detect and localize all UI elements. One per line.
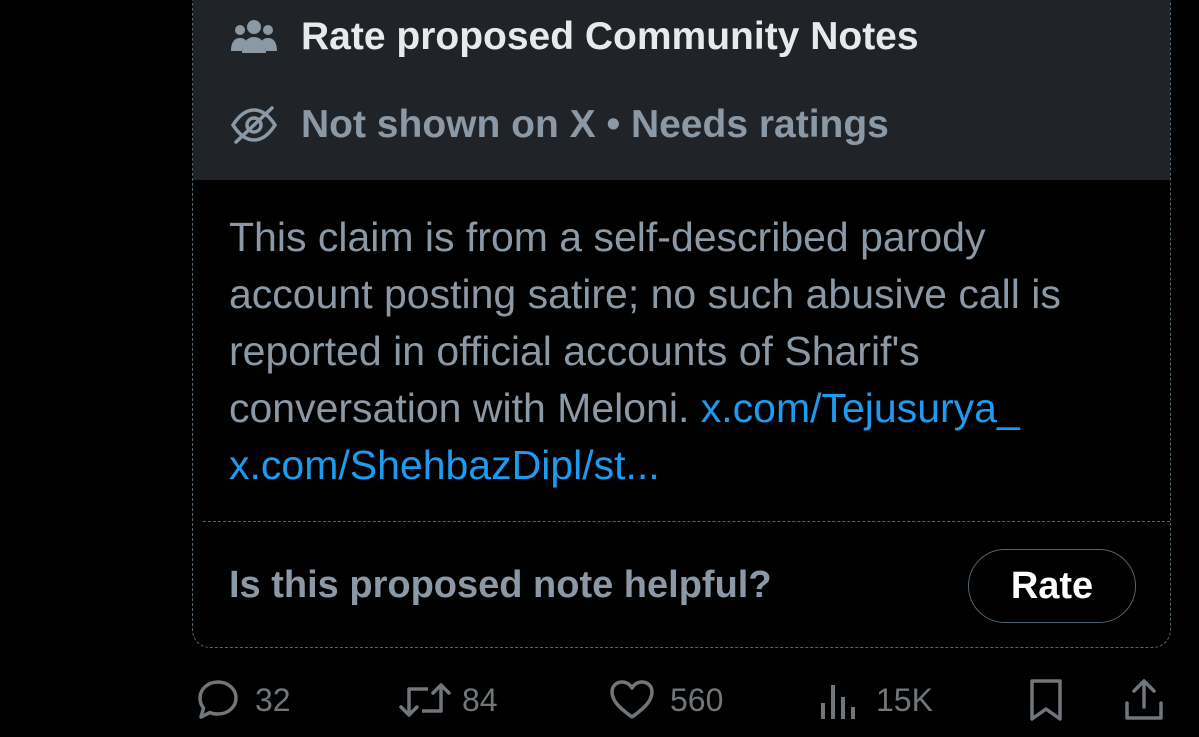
- reply-icon: [195, 677, 241, 723]
- people-icon: [229, 15, 279, 59]
- note-title: Rate proposed Community Notes: [301, 15, 919, 58]
- reply-count: 32: [255, 681, 291, 718]
- bookmark-icon: [1025, 677, 1067, 723]
- views-count: 15K: [876, 681, 933, 718]
- tweet-footer: Rate proposed Community Notes Not shown …: [0, 0, 1199, 737]
- note-header: Rate proposed Community Notes Not shown …: [193, 0, 1170, 180]
- rate-button[interactable]: Rate: [968, 549, 1136, 623]
- note-status-row: Not shown on X • Needs ratings: [229, 103, 889, 147]
- like-count: 560: [670, 681, 724, 718]
- note-body: This claim is from a self-described paro…: [229, 209, 1134, 494]
- note-title-row: Rate proposed Community Notes: [229, 15, 919, 59]
- divider: [203, 521, 1170, 522]
- reply-action[interactable]: 32: [195, 670, 291, 730]
- tweet-actions-bar: 32 84 560 15K: [0, 670, 1199, 730]
- repost-count: 84: [462, 681, 498, 718]
- eye-off-icon: [229, 103, 279, 147]
- note-source-link-2[interactable]: x.com/ShehbazDipl/st...: [229, 442, 660, 488]
- views-icon: [818, 677, 860, 723]
- helpful-question: Is this proposed note helpful?: [229, 564, 772, 606]
- repost-icon: [398, 677, 452, 723]
- views-action[interactable]: 15K: [818, 670, 933, 730]
- share-icon: [1122, 677, 1166, 723]
- note-source-link-1[interactable]: x.com/Tejusurya_: [701, 385, 1020, 431]
- share-action[interactable]: [1122, 670, 1166, 730]
- note-status: Not shown on X • Needs ratings: [301, 103, 889, 146]
- repost-action[interactable]: 84: [398, 670, 498, 730]
- heart-icon: [608, 677, 656, 723]
- community-note-card: Rate proposed Community Notes Not shown …: [192, 0, 1171, 648]
- like-action[interactable]: 560: [608, 670, 723, 730]
- bookmark-action[interactable]: [1025, 670, 1067, 730]
